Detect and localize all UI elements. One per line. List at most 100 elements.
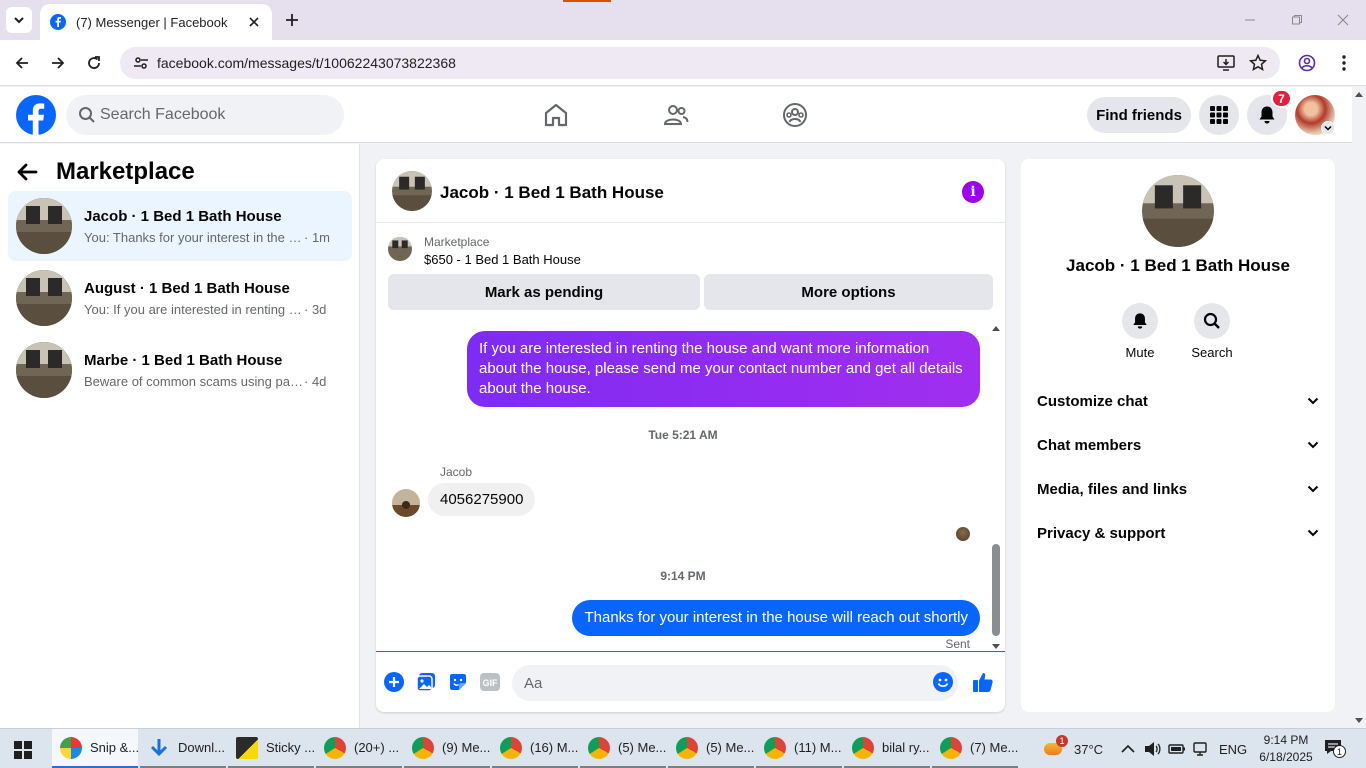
more-options-button[interactable]: More options [704, 274, 993, 310]
section-label: Privacy & support [1037, 524, 1166, 542]
back-button[interactable] [11, 52, 33, 74]
chat-details-panel: Jacob · 1 Bed 1 Bath House Mute Search C… [1021, 159, 1335, 712]
attach-photo-icon[interactable] [415, 671, 437, 693]
conversation-snippet: You: Thanks for your interest in the h..… [84, 230, 330, 245]
taskbar-item-chrome-4[interactable]: (5) Me... [580, 729, 666, 768]
forward-button[interactable] [47, 52, 69, 74]
taskbar-item-chrome-3[interactable]: (16) M... [492, 729, 578, 768]
taskbar-item-chrome-5[interactable]: (5) Me... [668, 729, 754, 768]
address-bar[interactable]: facebook.com/messages/t/1006224307382236… [120, 47, 1280, 79]
browser-toolbar: facebook.com/messages/t/1006224307382236… [0, 40, 1366, 86]
facebook-logo-icon[interactable] [16, 95, 56, 135]
chat-members-section[interactable]: Chat members [1021, 423, 1335, 467]
taskbar-item-chrome-8[interactable]: (7) Me... [932, 729, 1018, 768]
scrollbar-thumb[interactable] [992, 544, 1000, 636]
message-input[interactable] [524, 674, 904, 692]
like-thumbs-up-icon[interactable] [972, 671, 994, 693]
bookmark-star-icon[interactable] [1247, 52, 1269, 74]
network-button[interactable] [1192, 729, 1208, 768]
account-chevron-down-icon[interactable] [1321, 121, 1335, 135]
menu-button[interactable] [1199, 95, 1239, 135]
marketplace-listing[interactable]: Marketplace $650 - 1 Bed 1 Bath House [388, 235, 993, 271]
sidebar-title: Marketplace [56, 158, 195, 185]
minimize-window-button[interactable] [1240, 10, 1260, 30]
media-files-links-section[interactable]: Media, files and links [1021, 467, 1335, 511]
system-clock[interactable]: 9:14 PM 6/18/2025 [1254, 732, 1318, 766]
taskbar-item-label: Snip &... [90, 740, 140, 755]
language-indicator[interactable]: ENG [1219, 729, 1247, 768]
home-nav-button[interactable] [541, 100, 571, 130]
site-info-icon[interactable] [126, 48, 156, 78]
install-app-icon[interactable] [1215, 52, 1237, 74]
taskbar-item-sticky-notes[interactable]: Sticky ... [228, 729, 316, 768]
friends-nav-button[interactable] [661, 100, 691, 130]
scroll-up-icon [992, 326, 1000, 331]
conversation-time: · 4d [304, 374, 327, 389]
message-input-box[interactable] [512, 665, 958, 701]
chevron-down-icon [1307, 529, 1319, 537]
mute-button[interactable]: Mute [1110, 303, 1170, 360]
weather-widget[interactable]: 1 37°C [1042, 729, 1103, 768]
mute-label: Mute [1125, 345, 1155, 360]
conversation-item-jacob[interactable]: Jacob · 1 Bed 1 Bath House You: Thanks f… [8, 191, 352, 261]
conversation-item-marbe[interactable]: Marbe · 1 Bed 1 Bath House Beware of com… [8, 335, 352, 405]
close-window-button[interactable] [1333, 10, 1353, 30]
restore-window-button[interactable] [1287, 10, 1307, 30]
details-avatar[interactable] [1142, 175, 1214, 247]
section-label: Customize chat [1037, 392, 1148, 410]
search-in-chat-button[interactable]: Search [1182, 303, 1242, 360]
volume-button[interactable] [1144, 729, 1162, 768]
windows-start-icon[interactable] [14, 741, 32, 759]
taskbar-item-snip[interactable]: Snip &... [52, 729, 140, 768]
groups-nav-button[interactable] [780, 100, 810, 130]
tab-close-icon[interactable] [246, 14, 262, 30]
taskbar-item-label: (11) M... [794, 740, 842, 755]
notification-center-button[interactable]: 1 [1324, 729, 1346, 768]
back-arrow-icon[interactable] [16, 161, 38, 183]
taskbar-item-label: Sticky ... [266, 740, 316, 755]
outgoing-message[interactable]: Thanks for your interest in the house wi… [572, 600, 980, 636]
outgoing-message[interactable]: If you are interested in renting the hou… [467, 331, 980, 407]
sender-avatar[interactable] [392, 489, 420, 517]
reload-button[interactable] [83, 52, 105, 74]
emoji-icon[interactable] [932, 671, 954, 693]
sticker-icon[interactable] [447, 671, 469, 693]
read-receipt-avatar [956, 527, 970, 541]
message-scrollbar[interactable] [989, 322, 1003, 652]
customize-chat-section[interactable]: Customize chat [1021, 379, 1335, 423]
taskbar-item-chrome-2[interactable]: (9) Me... [404, 729, 490, 768]
mark-as-pending-button[interactable]: Mark as pending [388, 274, 700, 310]
show-hidden-icons-button[interactable] [1121, 729, 1135, 768]
profile-button[interactable] [1296, 52, 1318, 74]
notifications-badge: 7 [1271, 89, 1292, 108]
scroll-down-icon [992, 644, 1000, 649]
chevron-up-icon [1121, 744, 1135, 753]
find-friends-button[interactable]: Find friends [1087, 97, 1191, 133]
tab-search-button[interactable] [6, 7, 32, 33]
taskbar-item-chrome-1[interactable]: (20+) ... [316, 729, 402, 768]
taskbar-item-downloads[interactable]: Downl... [140, 729, 226, 768]
chat-title[interactable]: Jacob · 1 Bed 1 Bath House [440, 183, 664, 203]
weather-temperature: 37°C [1074, 741, 1104, 757]
conversation-name: Marbe · 1 Bed 1 Bath House [84, 352, 283, 369]
privacy-support-section[interactable]: Privacy & support [1021, 511, 1335, 555]
taskbar-item-chrome-6[interactable]: (11) M... [756, 729, 842, 768]
conversation-item-august[interactable]: August · 1 Bed 1 Bath House You: If you … [8, 263, 352, 333]
info-icon[interactable]: i [962, 181, 984, 203]
facebook-search-bar[interactable] [66, 95, 344, 135]
browser-tab-messenger[interactable]: (7) Messenger | Facebook [40, 4, 272, 40]
battery-button[interactable] [1168, 729, 1186, 768]
new-tab-button[interactable] [280, 8, 304, 32]
taskbar-item-chrome-7[interactable]: bilal ry... [844, 729, 930, 768]
chats-sidebar: Marketplace Jacob · 1 Bed 1 Bath House Y… [0, 144, 360, 728]
add-plus-icon[interactable] [383, 671, 405, 693]
recording-indicator [563, 0, 611, 2]
browser-menu-button[interactable] [1333, 52, 1355, 74]
gif-icon[interactable]: GIF [479, 671, 501, 693]
incoming-message[interactable]: 4056275900 [428, 483, 536, 516]
chrome-icon [764, 736, 786, 759]
page-scrollbar[interactable] [1352, 87, 1366, 728]
chat-avatar[interactable] [392, 171, 432, 211]
facebook-search-input[interactable] [100, 106, 320, 124]
details-name: Jacob · 1 Bed 1 Bath House [1066, 256, 1290, 275]
